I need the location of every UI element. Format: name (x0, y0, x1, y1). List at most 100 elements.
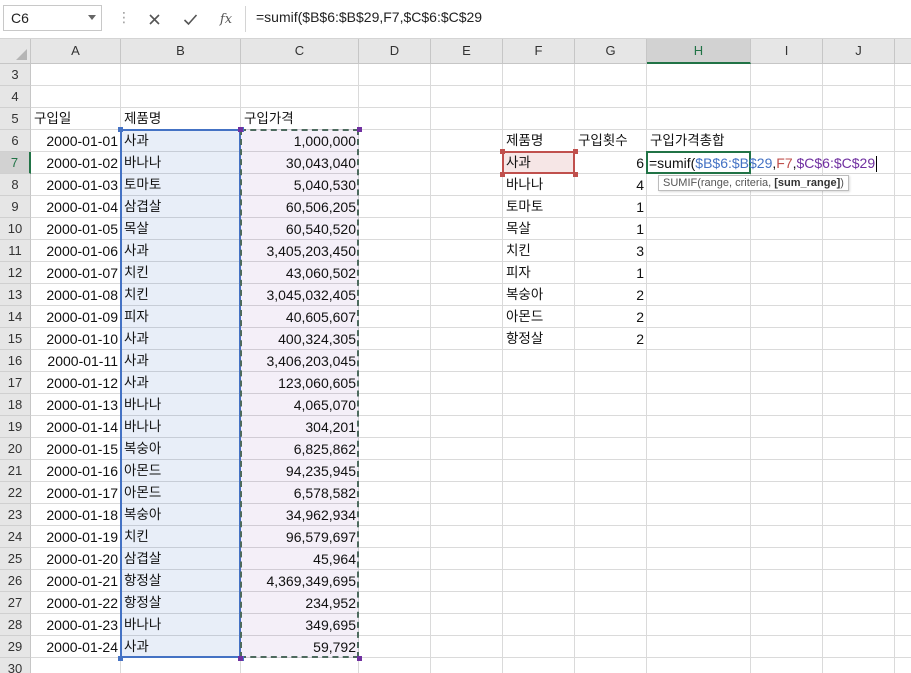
row-header-8[interactable]: 8 (0, 174, 31, 196)
row-header-12[interactable]: 12 (0, 262, 31, 284)
formula-input[interactable]: =sumif($B$6:$B$29,F7,$C$6:$C$29 (256, 9, 482, 25)
row-header-26[interactable]: 26 (0, 570, 31, 592)
name-box[interactable]: C6 (3, 5, 102, 31)
column-header-j[interactable]: J (823, 39, 895, 64)
column-header-a[interactable]: A (31, 39, 121, 64)
product-name-cell[interactable]: 사과 (121, 130, 241, 152)
purchase-price-cell[interactable]: 3,045,032,405 (241, 284, 359, 306)
purchase-price-cell[interactable]: 34,962,934 (241, 504, 359, 526)
chevron-down-icon[interactable] (88, 15, 96, 20)
product-name-cell[interactable]: 사과 (121, 328, 241, 350)
product-name-cell[interactable]: 삼겹살 (121, 196, 241, 218)
row-header-22[interactable]: 22 (0, 482, 31, 504)
row-header-17[interactable]: 17 (0, 372, 31, 394)
row-header-25[interactable]: 25 (0, 548, 31, 570)
row-header-9[interactable]: 9 (0, 196, 31, 218)
product-name-cell[interactable]: 복숭아 (121, 438, 241, 460)
purchase-price-cell[interactable]: 4,369,349,695 (241, 570, 359, 592)
product-name-cell[interactable]: 항정살 (121, 592, 241, 614)
product-name-cell[interactable]: 사과 (121, 636, 241, 658)
summary-count-cell[interactable]: 2 (575, 284, 647, 306)
purchase-price-cell[interactable]: 234,952 (241, 592, 359, 614)
product-name-cell[interactable]: 목살 (121, 218, 241, 240)
row-header-6[interactable]: 6 (0, 130, 31, 152)
product-name-cell[interactable]: 바나나 (121, 152, 241, 174)
product-name-cell[interactable]: 삼겹살 (121, 548, 241, 570)
purchase-price-cell[interactable]: 1,000,000 (241, 130, 359, 152)
row-header-10[interactable]: 10 (0, 218, 31, 240)
summary-count-cell[interactable]: 6 (575, 152, 647, 174)
select-all-corner[interactable] (0, 39, 31, 64)
summary-count-cell[interactable]: 3 (575, 240, 647, 262)
purchase-date-cell[interactable]: 2000-01-22 (31, 592, 121, 614)
purchase-date-cell[interactable]: 2000-01-04 (31, 196, 121, 218)
purchase-price-cell[interactable]: 4,065,070 (241, 394, 359, 416)
header-purchase-date[interactable]: 구입일 (31, 108, 121, 130)
summary-product-cell[interactable]: 사과 (503, 152, 575, 174)
purchase-price-cell[interactable]: 60,540,520 (241, 218, 359, 240)
purchase-date-cell[interactable]: 2000-01-14 (31, 416, 121, 438)
product-name-cell[interactable]: 사과 (121, 240, 241, 262)
summary-count-cell[interactable]: 2 (575, 306, 647, 328)
insert-function-button[interactable]: fx (212, 6, 240, 32)
product-name-cell[interactable]: 피자 (121, 306, 241, 328)
purchase-date-cell[interactable]: 2000-01-06 (31, 240, 121, 262)
summary-product-cell[interactable]: 치킨 (503, 240, 575, 262)
purchase-price-cell[interactable]: 123,060,605 (241, 372, 359, 394)
product-name-cell[interactable]: 바나나 (121, 416, 241, 438)
tooltip-signature[interactable]: SUMIF(range, criteria, (663, 177, 774, 189)
purchase-price-cell[interactable]: 6,825,862 (241, 438, 359, 460)
purchase-date-cell[interactable]: 2000-01-11 (31, 350, 121, 372)
purchase-date-cell[interactable]: 2000-01-03 (31, 174, 121, 196)
purchase-date-cell[interactable]: 2000-01-12 (31, 372, 121, 394)
purchase-price-cell[interactable]: 3,405,203,450 (241, 240, 359, 262)
row-header-4[interactable]: 4 (0, 86, 31, 108)
summary-count-cell[interactable]: 2 (575, 328, 647, 350)
purchase-price-cell[interactable]: 96,579,697 (241, 526, 359, 548)
summary-count-cell[interactable]: 1 (575, 262, 647, 284)
summary-product-cell[interactable]: 토마토 (503, 196, 575, 218)
product-name-cell[interactable]: 아몬드 (121, 460, 241, 482)
summary-header-total[interactable]: 구입가격총합 (647, 130, 823, 152)
row-header-20[interactable]: 20 (0, 438, 31, 460)
purchase-date-cell[interactable]: 2000-01-24 (31, 636, 121, 658)
summary-product-cell[interactable]: 아몬드 (503, 306, 575, 328)
purchase-date-cell[interactable]: 2000-01-21 (31, 570, 121, 592)
summary-header-count[interactable]: 구입횟수 (575, 130, 647, 152)
purchase-date-cell[interactable]: 2000-01-08 (31, 284, 121, 306)
column-header-d[interactable]: D (359, 39, 431, 64)
purchase-price-cell[interactable]: 40,605,607 (241, 306, 359, 328)
enter-button[interactable] (176, 6, 204, 32)
purchase-price-cell[interactable]: 3,406,203,045 (241, 350, 359, 372)
summary-count-cell[interactable]: 1 (575, 196, 647, 218)
product-name-cell[interactable]: 사과 (121, 372, 241, 394)
purchase-price-cell[interactable]: 349,695 (241, 614, 359, 636)
row-header-14[interactable]: 14 (0, 306, 31, 328)
column-header-b[interactable]: B (121, 39, 241, 64)
worksheet-grid[interactable]: 구입일 제품명 구입가격 2000-01-01 사과 1,000,000 2000-01-0… (0, 39, 911, 673)
column-header-i[interactable]: I (751, 39, 823, 64)
purchase-date-cell[interactable]: 2000-01-18 (31, 504, 121, 526)
row-header-5[interactable]: 5 (0, 108, 31, 130)
product-name-cell[interactable]: 아몬드 (121, 482, 241, 504)
purchase-date-cell[interactable]: 2000-01-01 (31, 130, 121, 152)
purchase-price-cell[interactable]: 60,506,205 (241, 196, 359, 218)
row-header-7[interactable]: 7 (0, 152, 31, 174)
row-header-15[interactable]: 15 (0, 328, 31, 350)
purchase-date-cell[interactable]: 2000-01-23 (31, 614, 121, 636)
purchase-date-cell[interactable]: 2000-01-05 (31, 218, 121, 240)
summary-product-cell[interactable]: 항정살 (503, 328, 575, 350)
purchase-date-cell[interactable]: 2000-01-07 (31, 262, 121, 284)
column-header-h[interactable]: H (647, 39, 751, 64)
purchase-price-cell[interactable]: 30,043,040 (241, 152, 359, 174)
cell-area[interactable]: 구입일 제품명 구입가격 2000-01-01 사과 1,000,000 2000-01-0… (31, 64, 911, 673)
purchase-price-cell[interactable]: 400,324,305 (241, 328, 359, 350)
purchase-date-cell[interactable]: 2000-01-13 (31, 394, 121, 416)
row-header-11[interactable]: 11 (0, 240, 31, 262)
column-header-g[interactable]: G (575, 39, 647, 64)
row-header-29[interactable]: 29 (0, 636, 31, 658)
product-name-cell[interactable]: 치킨 (121, 526, 241, 548)
product-name-cell[interactable]: 복숭아 (121, 504, 241, 526)
product-name-cell[interactable]: 바나나 (121, 394, 241, 416)
product-name-cell[interactable]: 항정살 (121, 570, 241, 592)
